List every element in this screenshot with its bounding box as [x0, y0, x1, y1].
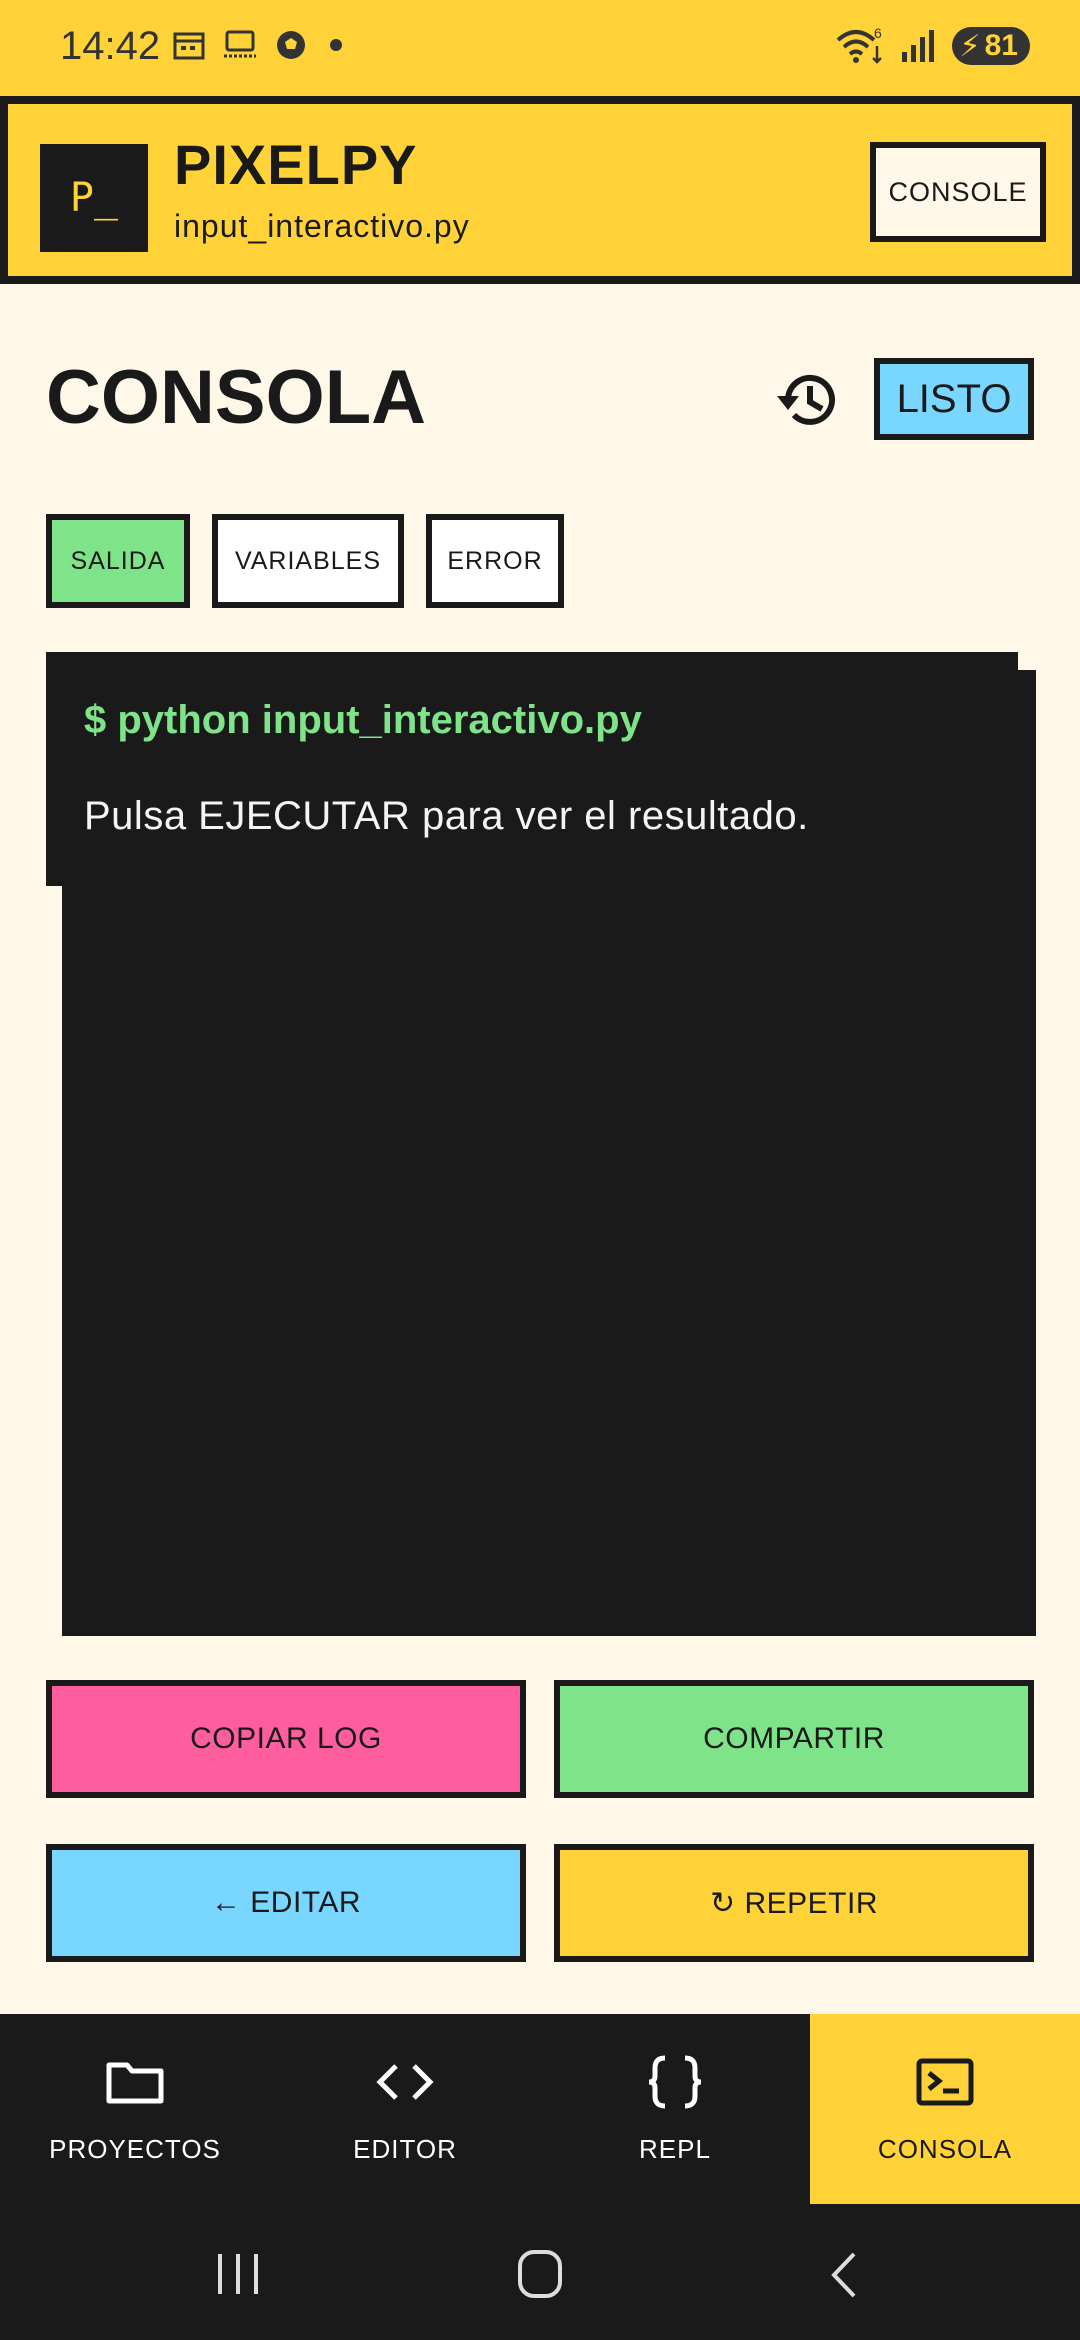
braces-icon	[643, 2052, 707, 2112]
wifi-icon: 6	[836, 26, 882, 64]
calendar-icon	[173, 32, 205, 60]
current-filename: input_interactivo.py	[174, 208, 470, 244]
screen: 14:42 6 ⚡ 81 P_ PIXELPY input_interactiv…	[0, 0, 1080, 2340]
app-logo: P_	[40, 144, 148, 252]
nav-label-consola: CONSOLA	[877, 2134, 1013, 2164]
copy-log-button[interactable]: COPIAR LOG	[46, 1680, 526, 1798]
recent-apps-icon[interactable]	[214, 2252, 262, 2296]
nav-item-repl[interactable]: REPL	[540, 2014, 810, 2204]
app-title: PIXELPY	[174, 133, 418, 196]
signal-icon	[901, 30, 934, 62]
bottom-navigation: PROYECTOS EDITOR REPL CONSOLA	[0, 2014, 1080, 2204]
nav-item-editor[interactable]: EDITOR	[270, 2014, 540, 2204]
status-time: 14:42	[60, 24, 161, 68]
back-icon[interactable]	[826, 2250, 862, 2300]
folder-icon	[103, 2052, 167, 2112]
laptop-icon	[224, 30, 256, 58]
wifi-badge: 6	[874, 26, 882, 41]
status-badge: LISTO	[874, 358, 1034, 440]
nav-item-consola[interactable]: CONSOLA	[810, 2014, 1080, 2204]
console-output-line: Pulsa EJECUTAR para ver el resultado.	[84, 794, 809, 838]
nav-label-repl: REPL	[639, 2134, 711, 2164]
tab-variables[interactable]: VARIABLES	[212, 514, 404, 608]
home-icon[interactable]	[516, 2248, 564, 2300]
code-icon	[373, 2052, 437, 2112]
nav-label-proyectos: PROYECTOS	[49, 2134, 221, 2164]
nav-label-editor: EDITOR	[353, 2134, 457, 2164]
system-navigation-bar	[0, 2204, 1080, 2340]
notification-icons	[172, 28, 342, 62]
more-notifications-dot	[330, 39, 342, 51]
console-command: $ python input_interactivo.py	[84, 698, 642, 742]
tab-error[interactable]: ERROR	[426, 514, 564, 608]
charging-bolt-icon: ⚡	[959, 29, 981, 63]
status-bar: 14:42 6 ⚡ 81	[0, 0, 1080, 96]
battery-indicator: ⚡ 81	[951, 27, 1030, 65]
terminal-icon	[913, 2052, 977, 2112]
share-button[interactable]: COMPARTIR	[554, 1680, 1034, 1798]
system-icons: 6 ⚡ 81	[834, 26, 1030, 66]
nav-item-proyectos[interactable]: PROYECTOS	[0, 2014, 270, 2204]
console-toggle-button[interactable]: CONSOLE	[870, 142, 1046, 242]
battery-level: 81	[984, 29, 1018, 62]
repeat-button[interactable]: ↻ REPETIR	[554, 1844, 1034, 1962]
app-header: P_ PIXELPY input_interactivo.py CONSOLE	[0, 96, 1080, 284]
edit-button[interactable]: ← EDITAR	[46, 1844, 526, 1962]
tab-salida[interactable]: SALIDA	[46, 514, 190, 608]
soccer-ball-icon	[277, 31, 305, 59]
console-header-block	[46, 652, 1018, 886]
page-title: CONSOLA	[46, 355, 426, 440]
history-icon[interactable]	[774, 366, 842, 434]
